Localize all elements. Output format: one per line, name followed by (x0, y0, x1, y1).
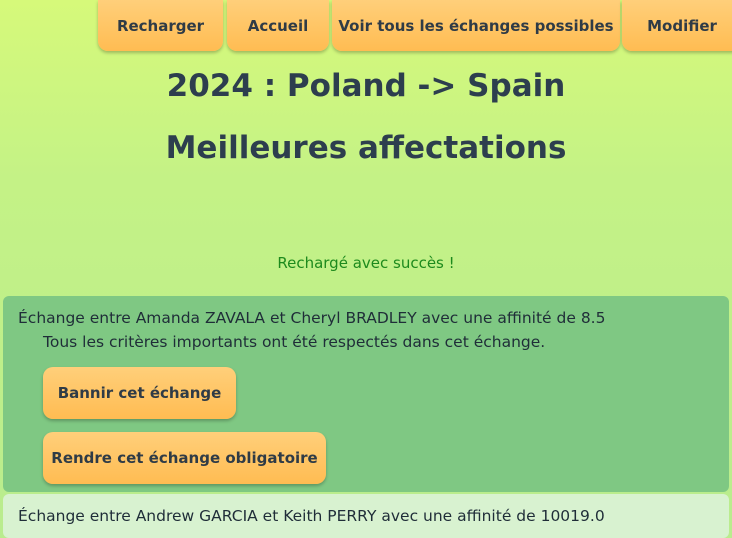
exchange-summary: Échange entre Amanda ZAVALA et Cheryl BR… (18, 309, 606, 327)
all-exchanges-button[interactable]: Voir tous les échanges possibles (332, 0, 620, 51)
edit-button[interactable]: Modifier (622, 0, 732, 51)
make-mandatory-button[interactable]: Rendre cet échange obligatoire (43, 432, 326, 484)
home-button[interactable]: Accueil (227, 0, 329, 51)
page-title: 2024 : Poland -> Spain (166, 68, 566, 104)
exchange-card[interactable]: Échange entre Andrew GARCIA et Keith PER… (3, 494, 729, 538)
exchange-detail: Tous les critères importants ont été res… (43, 333, 546, 351)
ban-exchange-button[interactable]: Bannir cet échange (43, 367, 236, 419)
page-subtitle: Meilleures affectations (165, 130, 567, 166)
exchange-summary: Échange entre Andrew GARCIA et Keith PER… (18, 507, 605, 525)
exchange-card: Échange entre Amanda ZAVALA et Cheryl BR… (3, 296, 729, 492)
status-message: Rechargé avec succès ! (277, 254, 455, 272)
top-nav: Recharger Accueil Voir tous les échanges… (0, 0, 732, 52)
reload-button[interactable]: Recharger (98, 0, 223, 51)
